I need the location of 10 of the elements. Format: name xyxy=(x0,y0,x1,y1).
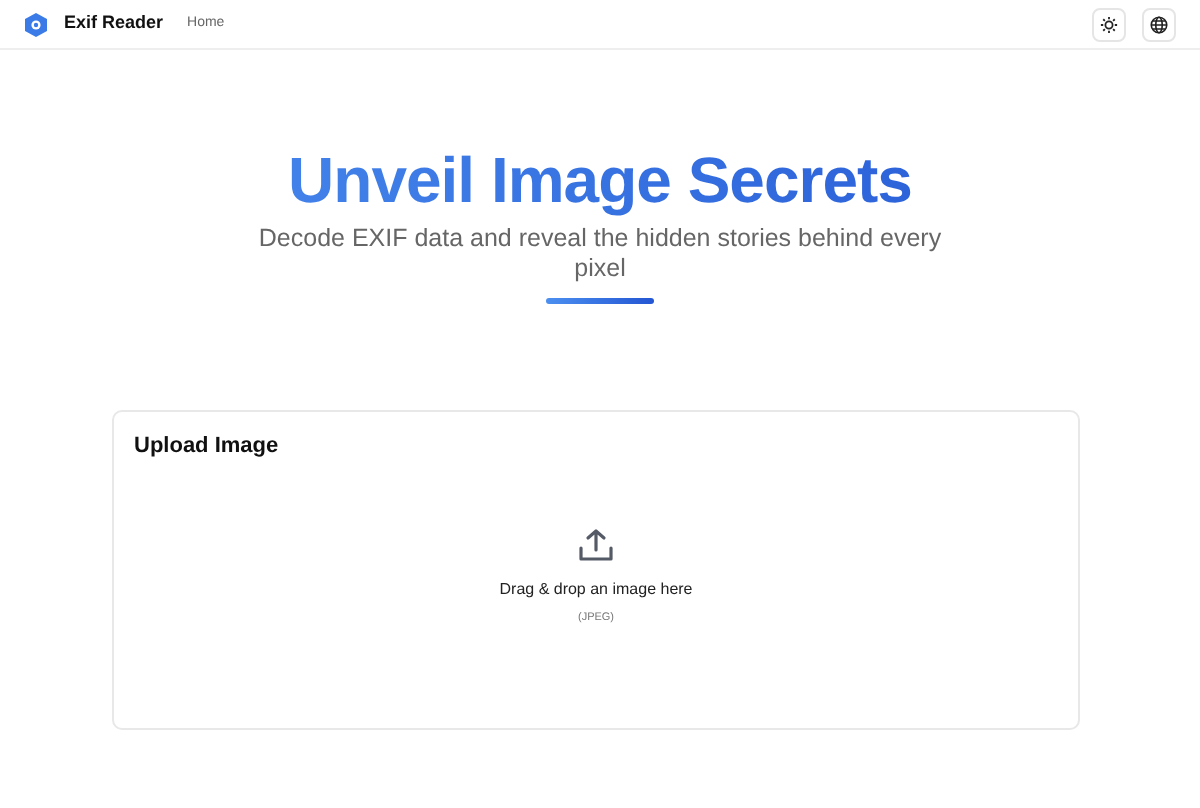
card-title: Upload Image xyxy=(134,432,281,463)
globe-icon xyxy=(1150,15,1168,33)
brand-name[interactable]: Exif Reader xyxy=(64,10,164,38)
upload-icon[interactable] xyxy=(578,527,614,562)
language-button[interactable] xyxy=(1142,7,1176,41)
theme-toggle-button[interactable] xyxy=(1092,7,1126,41)
dropzone-text: Drag & drop an image here xyxy=(499,577,693,602)
hero-subtitle: Decode EXIF data and reveal the hidden stories behind every pixel xyxy=(256,224,944,283)
logo-icon xyxy=(24,11,48,37)
sun-icon xyxy=(1100,15,1118,33)
